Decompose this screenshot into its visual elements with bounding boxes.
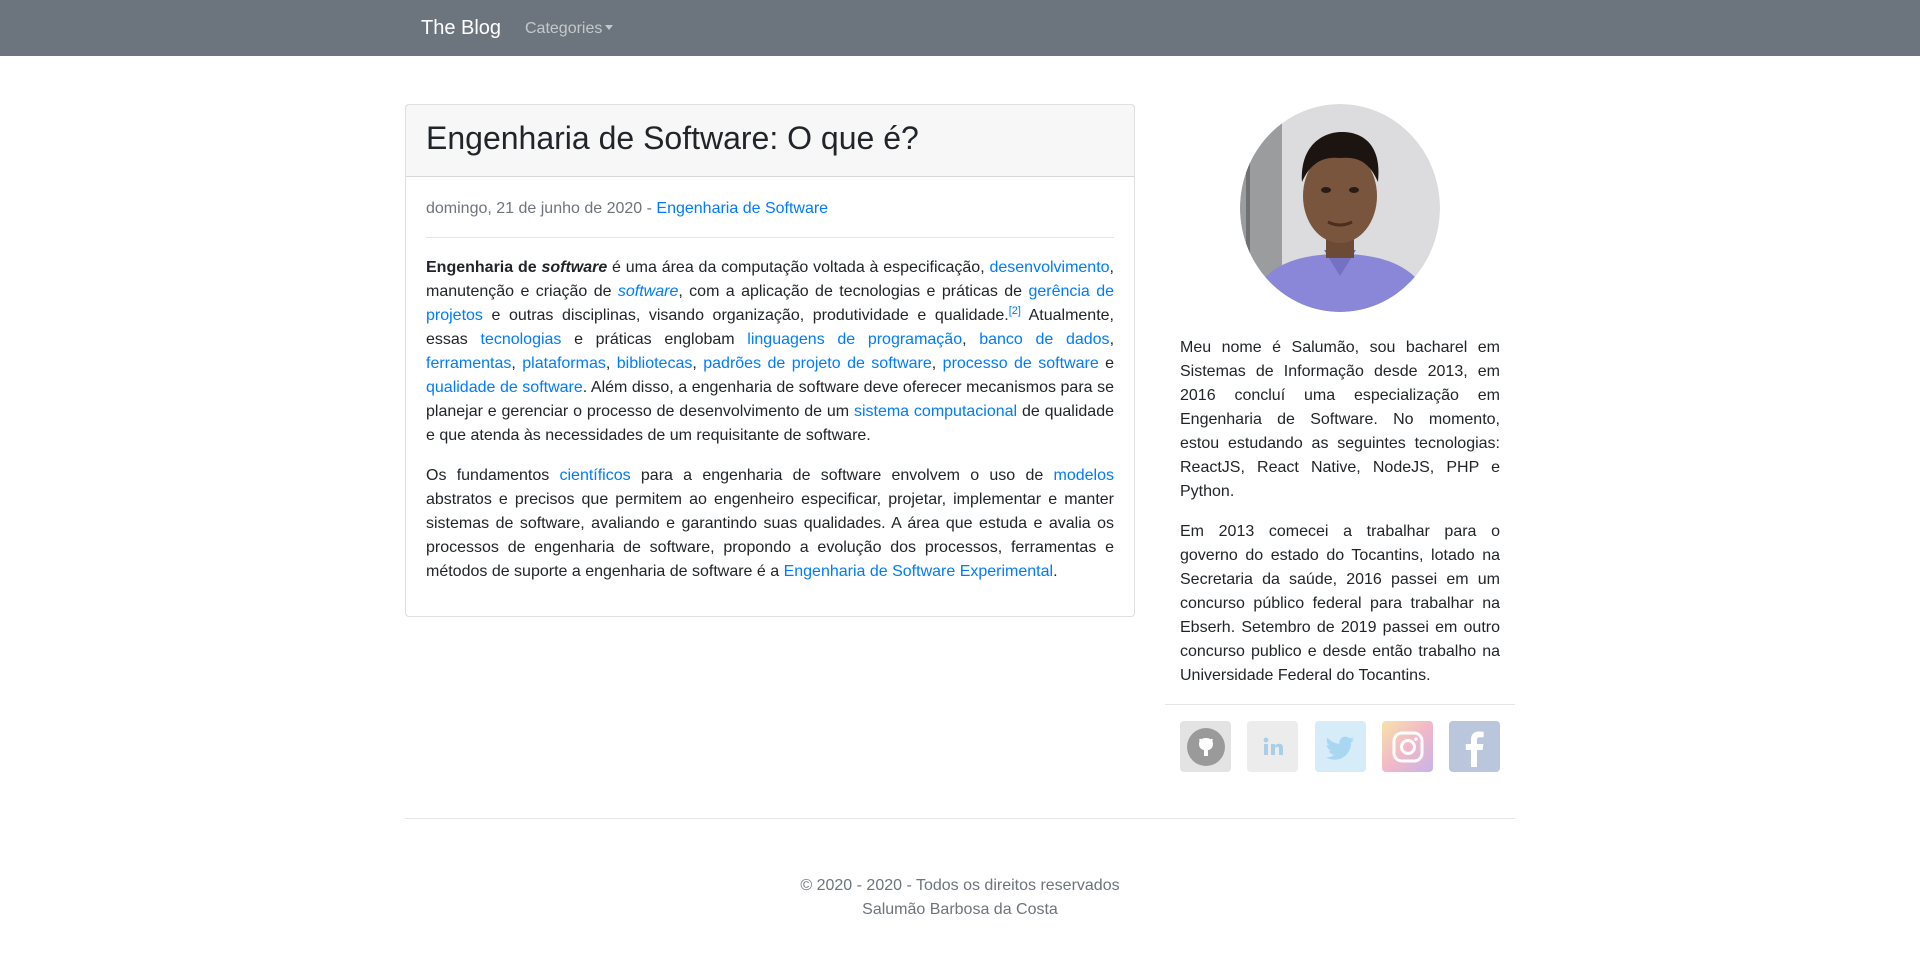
text: é uma área da computação voltada à espec… <box>607 259 990 276</box>
about-section: Meu nome é Salumão, sou bacharel em Sist… <box>1165 336 1515 688</box>
link-cientificos[interactable]: científicos <box>559 467 630 484</box>
footer-author: Salumão Barbosa da Costa <box>862 901 1058 918</box>
post-divider <box>426 237 1114 238</box>
categories-dropdown[interactable]: Categories <box>525 19 614 39</box>
text: Os fundamentos <box>426 467 560 484</box>
avatar <box>1240 104 1440 312</box>
post-title: Engenharia de Software: O que é? <box>426 120 919 156</box>
link-banco-dados[interactable]: banco de dados <box>979 331 1109 348</box>
text: para a engenharia de software envolvem o… <box>630 467 1054 484</box>
link-ferramentas[interactable]: ferramentas <box>426 355 511 372</box>
link-engenharia-experimental[interactable]: Engenharia de Software Experimental <box>784 563 1054 580</box>
term-bold: Engenharia de software <box>426 259 607 276</box>
link-tecnologias[interactable]: tecnologias <box>480 331 561 348</box>
github-link[interactable] <box>1180 721 1231 772</box>
post-paragraph-2: Os fundamentos científicos para a engenh… <box>426 464 1114 584</box>
link-modelos[interactable]: modelos <box>1054 467 1114 484</box>
instagram-link[interactable] <box>1382 721 1433 772</box>
link-desenvolvimento[interactable]: desenvolvimento <box>989 259 1109 276</box>
social-links <box>1165 705 1515 785</box>
linkedin-icon <box>1263 737 1283 755</box>
link-padroes-projeto[interactable]: padrões de projeto de software <box>703 355 932 372</box>
linkedin-link[interactable] <box>1247 721 1298 772</box>
link-sistema-computacional[interactable]: sistema computacional <box>854 403 1017 420</box>
text: , <box>511 355 523 372</box>
post-card: Engenharia de Software: O que é? domingo… <box>405 104 1135 617</box>
github-icon <box>1186 727 1225 766</box>
categories-label: Categories <box>525 20 603 37</box>
text: , <box>605 355 617 372</box>
link-processo-software[interactable]: processo de software <box>943 355 1099 372</box>
text: , <box>931 355 943 372</box>
instagram-icon <box>1392 731 1423 762</box>
text: , <box>692 355 704 372</box>
text: e práticas englobam <box>561 331 748 348</box>
about-paragraph-2: Em 2013 comecei a trabalhar para o gover… <box>1180 523 1500 684</box>
text: , <box>962 331 980 348</box>
text: , com a aplicação de tecnologias e práti… <box>678 283 1029 300</box>
twitter-icon <box>1325 736 1354 760</box>
post-date: domingo, 21 de junho de 2020 <box>426 200 643 217</box>
link-qualidade-software[interactable]: qualidade de software <box>426 379 583 396</box>
footer-copyright: © 2020 - 2020 - Todos os direitos reserv… <box>800 877 1120 894</box>
sidebar: Meu nome é Salumão, sou bacharel em Sist… <box>1165 104 1515 785</box>
text: Engenharia de <box>426 259 542 276</box>
term-italic: software <box>541 259 608 276</box>
about-paragraph-1: Meu nome é Salumão, sou bacharel em Sist… <box>1180 339 1500 500</box>
caret-down-icon <box>605 25 614 30</box>
link-plataformas[interactable]: plataformas <box>522 355 606 372</box>
link-software[interactable]: software <box>618 283 678 300</box>
twitter-link[interactable] <box>1315 721 1366 772</box>
text: . <box>1053 563 1058 580</box>
post-category-link[interactable]: Engenharia de Software <box>656 200 828 217</box>
text: , <box>1109 331 1115 348</box>
footer: © 2020 - 2020 - Todos os direitos reserv… <box>405 874 1515 922</box>
footer-divider <box>405 818 1515 819</box>
meta-separator: - <box>642 200 657 217</box>
post-paragraph-1: Engenharia de software é uma área da com… <box>426 256 1114 448</box>
navbar: The Blog Categories <box>0 0 1920 56</box>
reference-link[interactable]: [2] <box>1009 305 1021 317</box>
post-header: Engenharia de Software: O que é? <box>406 105 1134 177</box>
post-meta: domingo, 21 de junho de 2020 - Engenhari… <box>426 199 1114 219</box>
link-bibliotecas[interactable]: bibliotecas <box>617 355 693 372</box>
link-linguagens[interactable]: linguagens de programação <box>747 331 962 348</box>
text: e outras disciplinas, visando organizaçã… <box>482 307 1009 324</box>
text: e <box>1098 355 1115 372</box>
post-body: domingo, 21 de junho de 2020 - Engenhari… <box>406 177 1134 584</box>
brand-link[interactable]: The Blog <box>421 16 501 40</box>
facebook-icon <box>1465 731 1484 767</box>
facebook-link[interactable] <box>1449 721 1500 772</box>
link-software-label: software <box>617 283 679 300</box>
